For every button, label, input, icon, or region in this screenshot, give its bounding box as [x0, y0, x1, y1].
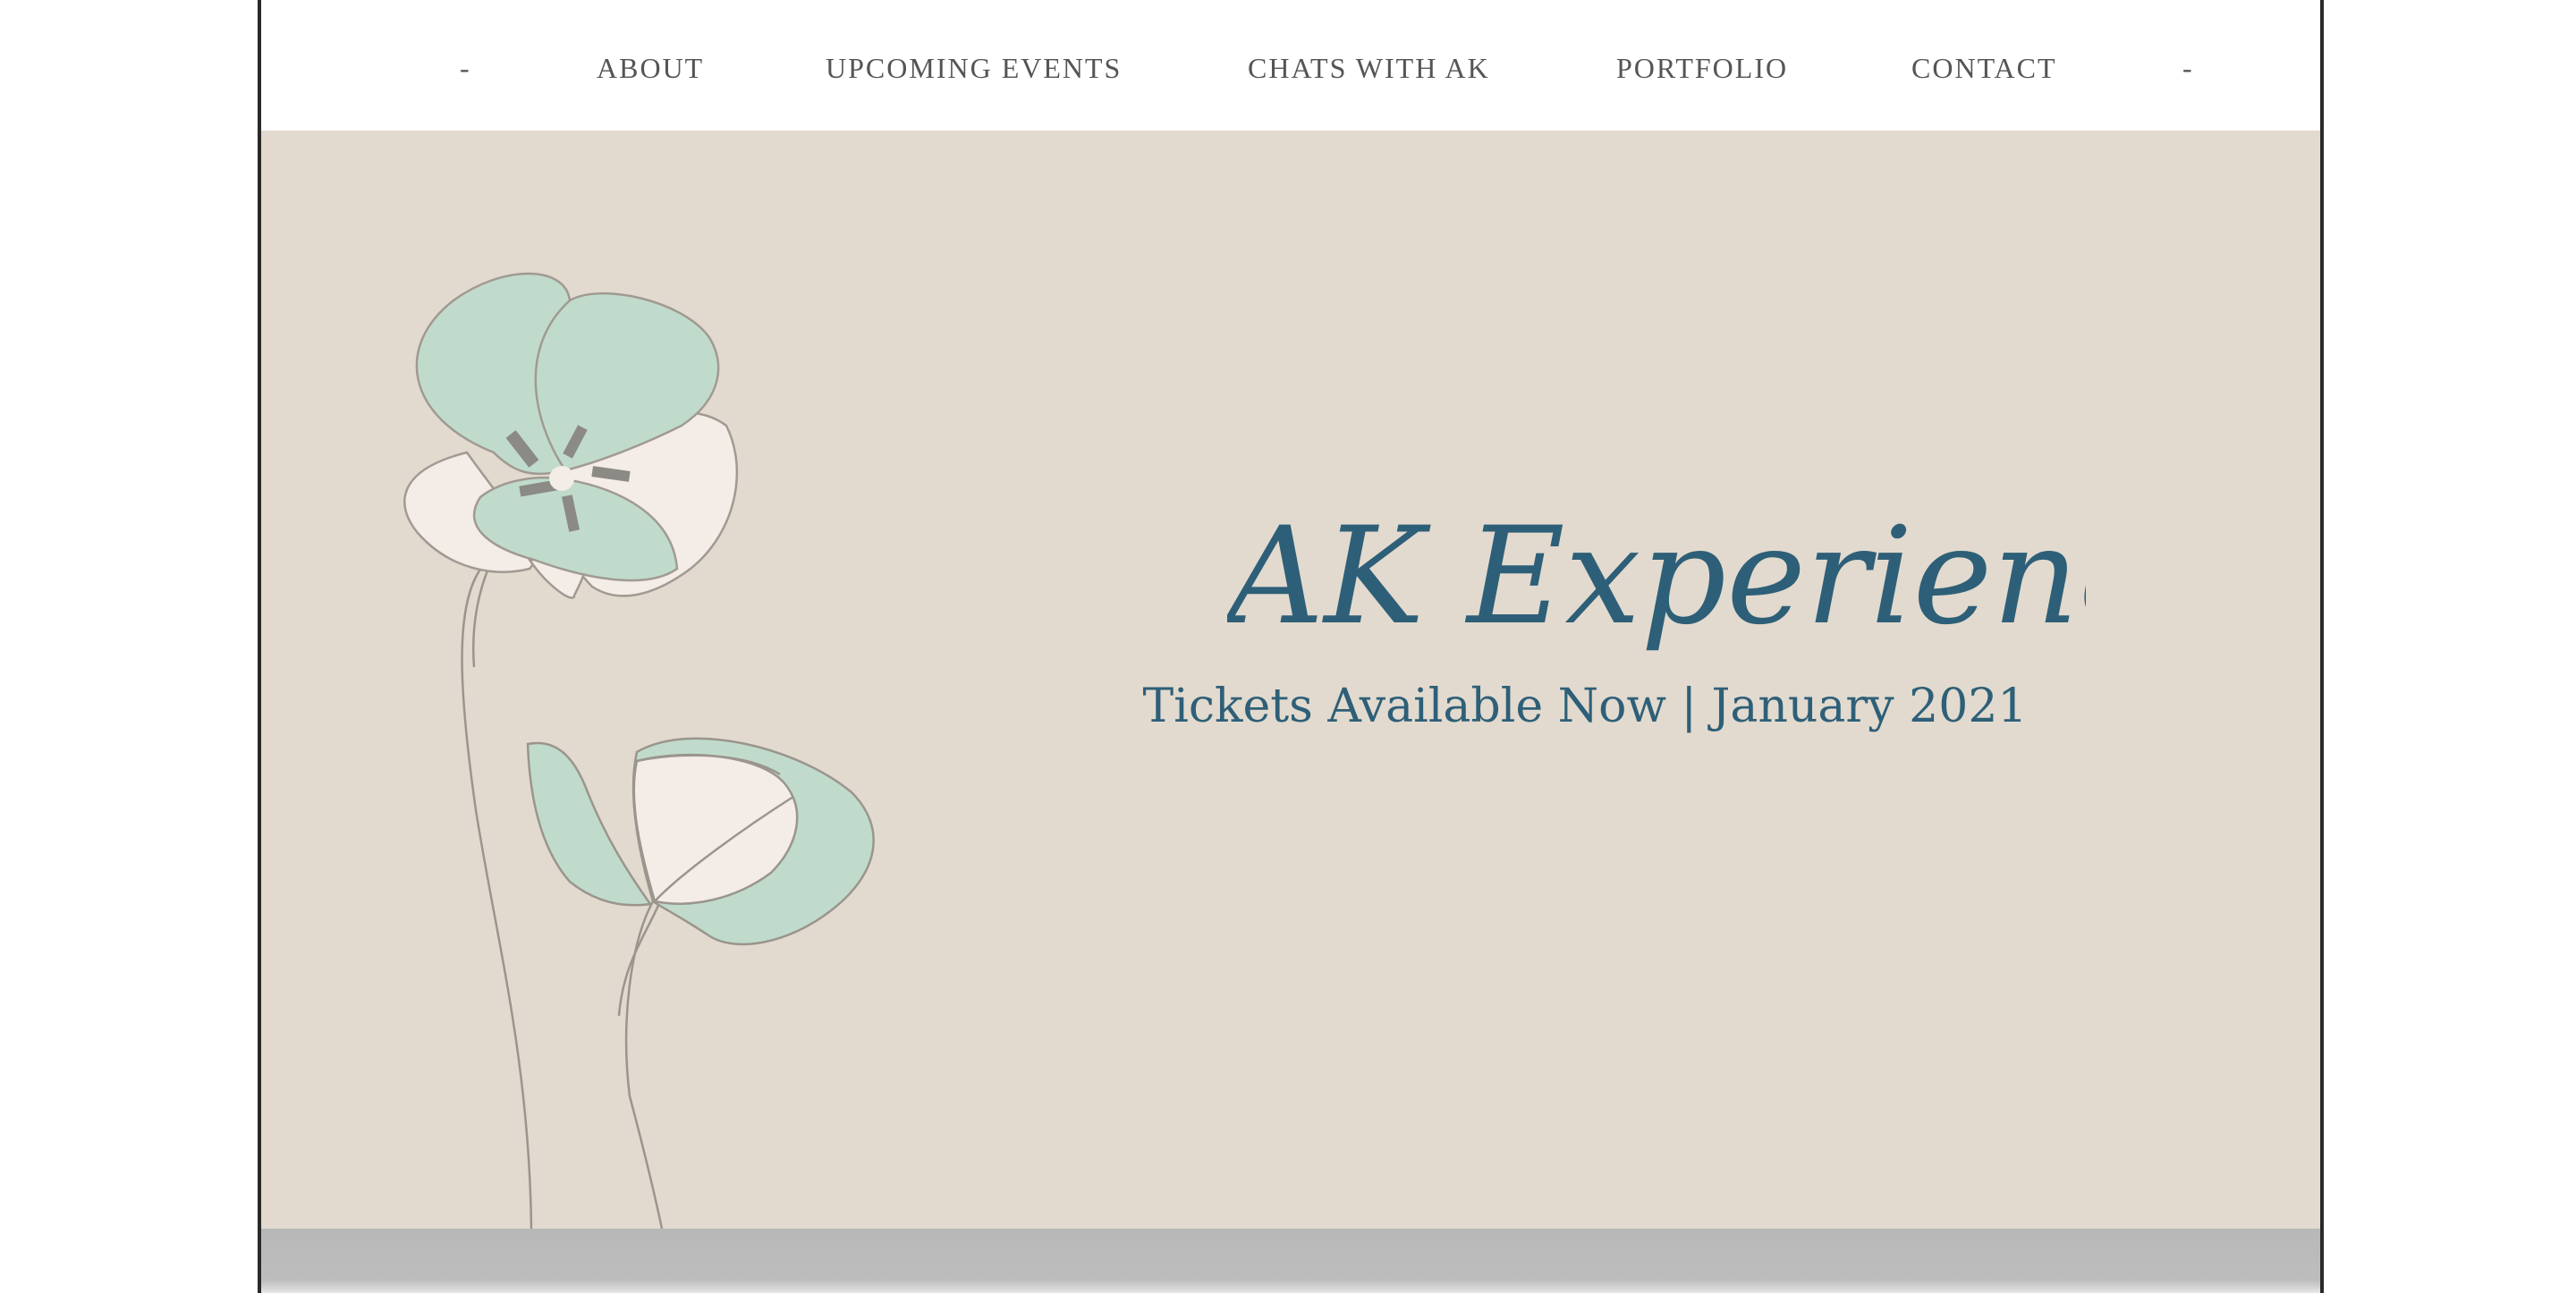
- nav-link-portfolio[interactable]: PORTFOLIO: [1616, 52, 1788, 85]
- nav-link-about[interactable]: ABOUT: [597, 52, 704, 85]
- lower-flower: [526, 737, 875, 946]
- tickets-tagline: Tickets Available Now | January 2021: [1142, 680, 2028, 733]
- nav-dash-right: -: [2182, 52, 2194, 84]
- nav-link-chats-with-ak[interactable]: CHATS WITH AK: [1248, 52, 1490, 85]
- hero-banner: AK Experience Tickets Available Now | Ja…: [261, 131, 2320, 1229]
- nav-dash-left: -: [460, 52, 471, 84]
- logo-wordmark: AK Experience: [1227, 499, 2086, 655]
- brand-logo: AK Experience: [1216, 461, 2233, 672]
- upper-flower: [403, 272, 738, 599]
- nav-link-upcoming-events[interactable]: UPCOMING EVENTS: [826, 52, 1122, 85]
- nav-link-contact[interactable]: CONTACT: [1911, 52, 2057, 85]
- main-navigation: - ABOUT UPCOMING EVENTS CHATS WITH AK PO…: [261, 0, 2320, 131]
- ak-experience-script-logo: AK Experience: [1216, 499, 2233, 655]
- browser-viewport: - ABOUT UPCOMING EVENTS CHATS WITH AK PO…: [0, 0, 2576, 1293]
- website-page: - ABOUT UPCOMING EVENTS CHATS WITH AK PO…: [258, 0, 2324, 1293]
- section-divider-bar: [261, 1229, 2320, 1293]
